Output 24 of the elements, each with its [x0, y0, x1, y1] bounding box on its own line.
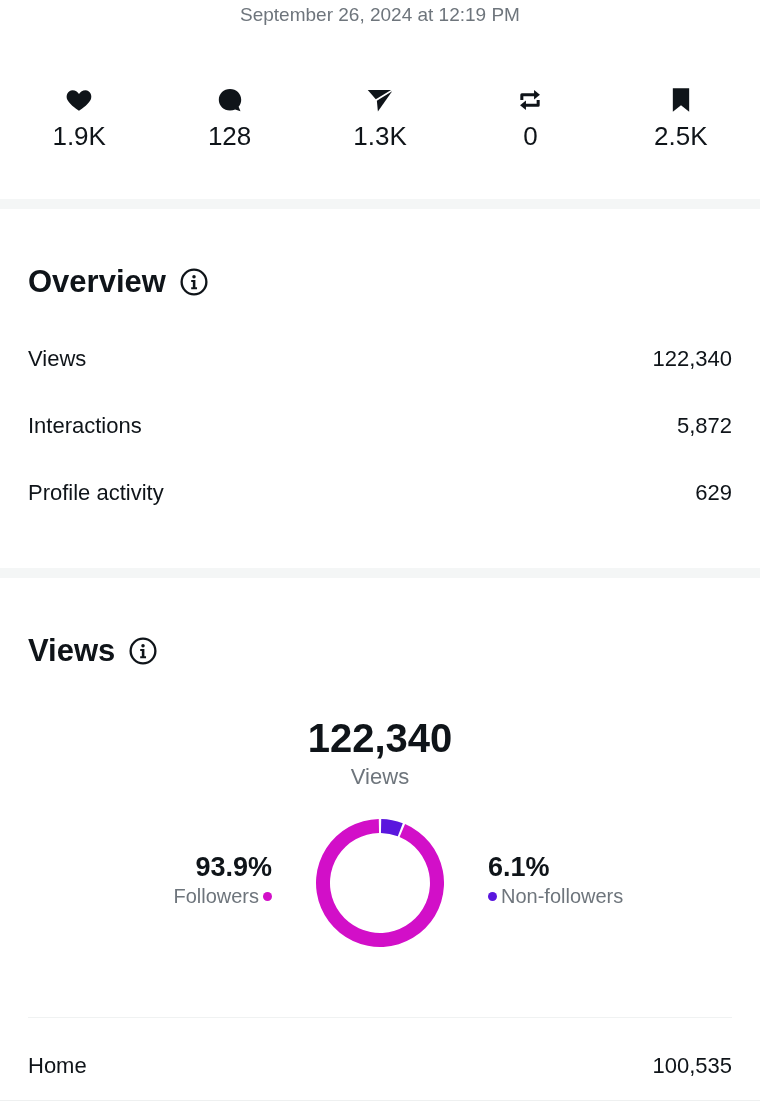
source-label: Home: [28, 1052, 87, 1080]
section-title: Overview: [28, 264, 166, 300]
source-value: 100,535: [652, 1052, 732, 1080]
legend-label: Followers: [173, 884, 259, 909]
post-date: September 26, 2024 at 12:19 PM: [240, 4, 520, 26]
metric-label: Views: [28, 344, 87, 373]
metric-value: 629: [695, 478, 732, 507]
metric-value: 5,872: [676, 411, 732, 440]
metric-label: Interactions: [28, 411, 142, 440]
legend-label: Non-followers: [501, 884, 624, 909]
info-icon[interactable]: [179, 268, 208, 296]
stat-count: 2.5K: [654, 122, 708, 150]
stat-count: 1.3K: [353, 122, 407, 150]
section-title: Views: [28, 633, 116, 669]
total-views-value: 122,340: [307, 715, 453, 761]
info-icon[interactable]: [129, 637, 158, 665]
stat-count: 1.9K: [52, 122, 106, 150]
stat-count: 0: [523, 122, 538, 150]
total-views-label: Views: [350, 764, 410, 790]
metric-label: Profile activity: [28, 478, 164, 507]
stat-count: 128: [207, 122, 252, 150]
legend-percentage: 6.1%: [488, 851, 550, 883]
legend-percentage: 93.9%: [195, 851, 272, 883]
metric-value: 122,340: [652, 344, 732, 373]
